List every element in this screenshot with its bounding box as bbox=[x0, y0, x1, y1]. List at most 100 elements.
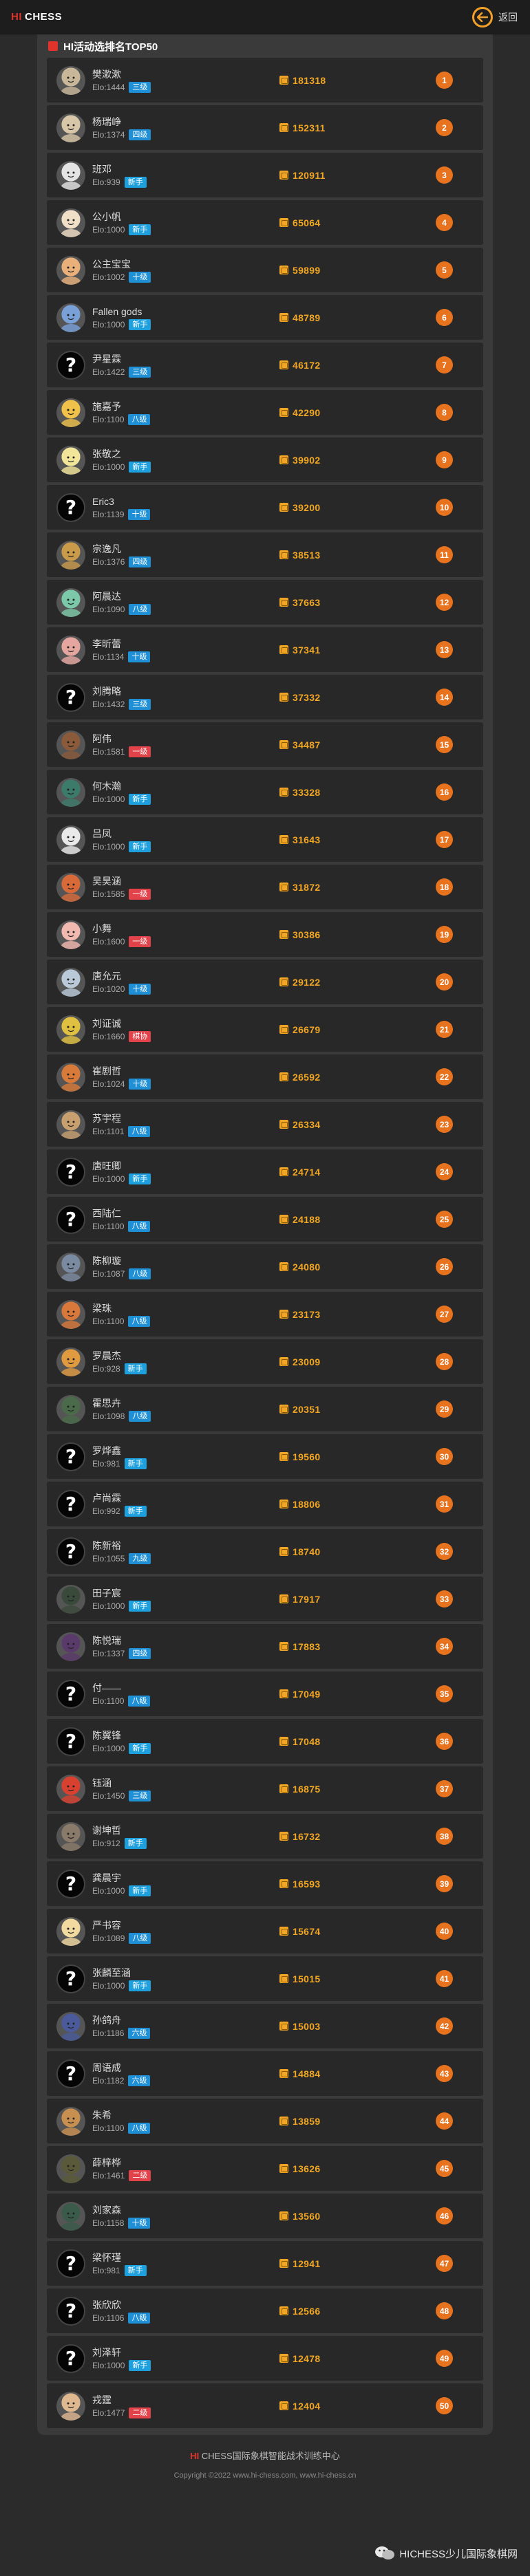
ranking-row[interactable]: 张敬之 Elo:1000 新手 39902 9 bbox=[47, 437, 483, 482]
player-name[interactable]: 陈悦瑞 bbox=[92, 1634, 299, 1647]
ranking-row[interactable]: Fallen gods Elo:1000 新手 48789 6 bbox=[47, 295, 483, 340]
ranking-row[interactable]: ? 付—— Elo:1100 八级 17049 35 bbox=[47, 1671, 483, 1716]
ranking-row[interactable]: 崔剧哲 Elo:1024 十级 26592 22 bbox=[47, 1054, 483, 1099]
ranking-row[interactable]: 阿伟 Elo:1581 一级 34487 15 bbox=[47, 722, 483, 767]
player-name[interactable]: 樊漱漱 bbox=[92, 68, 299, 80]
ranking-row[interactable]: 孙鸽舟 Elo:1186 六级 15003 42 bbox=[47, 2004, 483, 2048]
player-name[interactable]: 薛梓桦 bbox=[92, 2156, 299, 2169]
ranking-row[interactable]: 李昕蕾 Elo:1134 十级 37341 13 bbox=[47, 627, 483, 672]
ranking-row[interactable]: 梁珠 Elo:1100 八级 23173 27 bbox=[47, 1292, 483, 1336]
ranking-row[interactable]: 樊漱漱 Elo:1444 三级 181318 1 bbox=[47, 58, 483, 102]
player-name[interactable]: 陈翼锋 bbox=[92, 1729, 299, 1742]
player-name[interactable]: 卢尚霖 bbox=[92, 1492, 299, 1504]
ranking-row[interactable]: ? 陈翼锋 Elo:1000 新手 17048 36 bbox=[47, 1719, 483, 1764]
player-name[interactable]: 苏宇程 bbox=[92, 1112, 299, 1125]
ranking-row[interactable]: 陈悦瑞 Elo:1337 四级 17883 34 bbox=[47, 1624, 483, 1669]
player-name[interactable]: 孙鸽舟 bbox=[92, 2014, 299, 2026]
player-name[interactable]: 吕凤 bbox=[92, 827, 299, 840]
ranking-row[interactable]: 公主宝宝 Elo:1002 十级 59899 5 bbox=[47, 248, 483, 292]
player-name[interactable]: 刘家森 bbox=[92, 2204, 299, 2216]
ranking-row[interactable]: 宗逸凡 Elo:1376 四级 38513 11 bbox=[47, 532, 483, 577]
player-name[interactable]: 梁怀瑾 bbox=[92, 2251, 299, 2264]
player-name[interactable]: 谢坤哲 bbox=[92, 1824, 299, 1837]
ranking-row[interactable]: 薛梓桦 Elo:1461 二级 13626 45 bbox=[47, 2146, 483, 2191]
player-name[interactable]: 刘证诚 bbox=[92, 1017, 299, 1030]
player-name[interactable]: 陈柳璇 bbox=[92, 1255, 299, 1267]
player-name[interactable]: 公小帆 bbox=[92, 210, 299, 223]
ranking-row[interactable]: ? 梁怀瑾 Elo:981 新手 12941 47 bbox=[47, 2241, 483, 2286]
ranking-row[interactable]: ? 张欣欣 Elo:1106 八级 12566 48 bbox=[47, 2288, 483, 2333]
ranking-row[interactable]: 刘家森 Elo:1158 十级 13560 46 bbox=[47, 2194, 483, 2238]
player-name[interactable]: Fallen gods bbox=[92, 305, 299, 318]
ranking-row[interactable]: ? 刘泽轩 Elo:1000 新手 12478 49 bbox=[47, 2336, 483, 2381]
player-name[interactable]: 唐允元 bbox=[92, 970, 299, 982]
player-name[interactable]: 龚晨宇 bbox=[92, 1872, 299, 1884]
player-name[interactable]: 吴昊涵 bbox=[92, 875, 299, 887]
player-name[interactable]: 钰涵 bbox=[92, 1777, 299, 1789]
ranking-row[interactable]: ? 尹星霖 Elo:1422 三级 46172 7 bbox=[47, 343, 483, 387]
player-name[interactable]: 西陆仁 bbox=[92, 1207, 299, 1220]
player-name[interactable]: 周语成 bbox=[92, 2061, 299, 2074]
player-name[interactable]: 阿晨达 bbox=[92, 590, 299, 603]
ranking-row[interactable]: 谢坤哲 Elo:912 新手 16732 38 bbox=[47, 1814, 483, 1859]
player-name[interactable]: 梁珠 bbox=[92, 1302, 299, 1314]
ranking-row[interactable]: 戎霆 Elo:1477 二级 12404 50 bbox=[47, 2383, 483, 2428]
ranking-row[interactable]: 钰涵 Elo:1450 三级 16875 37 bbox=[47, 1766, 483, 1811]
player-name[interactable]: 罗烨鑫 bbox=[92, 1444, 299, 1457]
ranking-row[interactable]: ? 周语成 Elo:1182 六级 14884 43 bbox=[47, 2051, 483, 2096]
ranking-row[interactable]: 班邓 Elo:939 新手 120911 3 bbox=[47, 153, 483, 197]
ranking-row[interactable]: 严书容 Elo:1089 八级 15674 40 bbox=[47, 1909, 483, 1953]
ranking-row[interactable]: ? 卢尚霖 Elo:992 新手 18806 31 bbox=[47, 1482, 483, 1526]
ranking-row[interactable]: 何木瀚 Elo:1000 新手 33328 16 bbox=[47, 770, 483, 814]
player-name[interactable]: 朱希 bbox=[92, 2109, 299, 2121]
player-name[interactable]: 张麟至涵 bbox=[92, 1967, 299, 1979]
ranking-row[interactable]: ? 西陆仁 Elo:1100 八级 24188 25 bbox=[47, 1197, 483, 1242]
ranking-row[interactable]: 吴昊涵 Elo:1585 一级 31872 18 bbox=[47, 865, 483, 909]
ranking-row[interactable]: 唐允元 Elo:1020 十级 29122 20 bbox=[47, 960, 483, 1004]
player-name[interactable]: 刘泽轩 bbox=[92, 2346, 299, 2359]
ranking-row[interactable]: 朱希 Elo:1100 八级 13859 44 bbox=[47, 2099, 483, 2143]
ranking-row[interactable]: 杨瑞峥 Elo:1374 四级 152311 2 bbox=[47, 105, 483, 150]
ranking-row[interactable]: 阿晨达 Elo:1090 八级 37663 12 bbox=[47, 580, 483, 625]
player-name[interactable]: 严书容 bbox=[92, 1919, 299, 1931]
ranking-row[interactable]: 公小帆 Elo:1000 新手 65064 4 bbox=[47, 200, 483, 245]
player-name[interactable]: 何木瀚 bbox=[92, 780, 299, 792]
ranking-row[interactable]: ? 刘腾略 Elo:1432 三级 37332 14 bbox=[47, 675, 483, 719]
ranking-row[interactable]: 刘证诚 Elo:1660 棋协 26679 21 bbox=[47, 1007, 483, 1052]
player-name[interactable]: 付—— bbox=[92, 1682, 299, 1694]
ranking-row[interactable]: ? 龚晨宇 Elo:1000 新手 16593 39 bbox=[47, 1861, 483, 1906]
ranking-row[interactable]: ? 陈新裕 Elo:1055 九级 18740 32 bbox=[47, 1529, 483, 1574]
player-name[interactable]: 霍思卉 bbox=[92, 1397, 299, 1409]
player-name[interactable]: 李昕蕾 bbox=[92, 638, 299, 650]
player-name[interactable]: 尹星霖 bbox=[92, 353, 299, 365]
ranking-row[interactable]: 苏宇程 Elo:1101 八级 26334 23 bbox=[47, 1102, 483, 1147]
ranking-row[interactable]: ? 唐旺卿 Elo:1000 新手 24714 24 bbox=[47, 1149, 483, 1194]
player-name[interactable]: 杨瑞峥 bbox=[92, 116, 299, 128]
ranking-row[interactable]: 施嘉予 Elo:1100 八级 42290 8 bbox=[47, 390, 483, 435]
ranking-row[interactable]: 霍思卉 Elo:1098 八级 20351 29 bbox=[47, 1387, 483, 1431]
ranking-row[interactable]: 陈柳璇 Elo:1087 八级 24080 26 bbox=[47, 1244, 483, 1289]
ranking-row[interactable]: 罗晨杰 Elo:928 新手 23009 28 bbox=[47, 1339, 483, 1384]
player-name[interactable]: 宗逸凡 bbox=[92, 543, 299, 555]
ranking-row[interactable]: 吕凤 Elo:1000 新手 31643 17 bbox=[47, 817, 483, 862]
player-name[interactable]: 戎霆 bbox=[92, 2394, 299, 2406]
ranking-row[interactable]: 田子宸 Elo:1000 新手 17917 33 bbox=[47, 1577, 483, 1621]
player-name[interactable]: 张敬之 bbox=[92, 448, 299, 460]
ranking-row[interactable]: 小舞 Elo:1600 一级 30386 19 bbox=[47, 912, 483, 957]
site-logo[interactable]: HI CHESS bbox=[11, 11, 62, 23]
ranking-row[interactable]: ? 张麟至涵 Elo:1000 新手 15015 41 bbox=[47, 1956, 483, 2001]
player-name[interactable]: 唐旺卿 bbox=[92, 1160, 299, 1172]
player-name[interactable]: 陈新裕 bbox=[92, 1539, 299, 1552]
player-name[interactable]: 张欣欣 bbox=[92, 2299, 299, 2311]
back-button[interactable]: 返回 bbox=[472, 6, 518, 28]
player-name[interactable]: Eric3 bbox=[92, 495, 299, 508]
player-name[interactable]: 班邓 bbox=[92, 163, 299, 175]
player-name[interactable]: 田子宸 bbox=[92, 1587, 299, 1599]
player-name[interactable]: 刘腾略 bbox=[92, 685, 299, 697]
ranking-row[interactable]: ? Eric3 Elo:1139 十级 39200 10 bbox=[47, 485, 483, 530]
player-name[interactable]: 公主宝宝 bbox=[92, 258, 299, 270]
player-name[interactable]: 施嘉予 bbox=[92, 400, 299, 413]
player-name[interactable]: 阿伟 bbox=[92, 733, 299, 745]
player-name[interactable]: 罗晨杰 bbox=[92, 1350, 299, 1362]
player-name[interactable]: 崔剧哲 bbox=[92, 1065, 299, 1077]
